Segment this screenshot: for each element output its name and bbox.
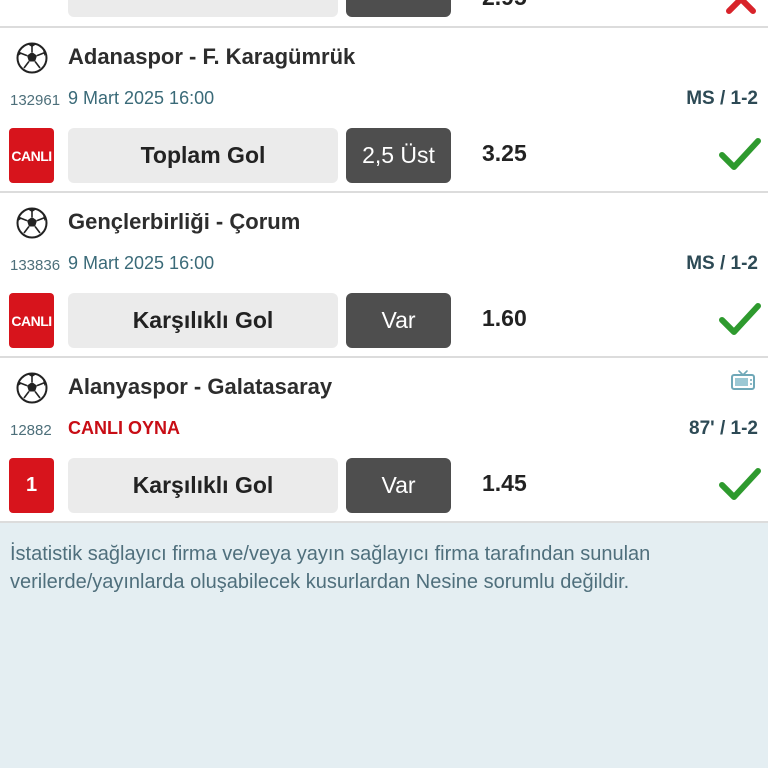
event-id: 132961: [10, 92, 61, 109]
pick-button[interactable]: 2,5 Üst: [346, 128, 451, 183]
bet-row[interactable]: Alanyaspor - Galatasaray 12882 CANLI OYN…: [0, 358, 768, 523]
odd-value: 3.25: [482, 140, 527, 166]
bet-row[interactable]: Gençlerbirliği - Çorum 133836 9 Mart 202…: [0, 193, 768, 358]
market-button[interactable]: Karşılıklı Gol: [68, 458, 338, 513]
football-icon: [16, 42, 48, 74]
market-button[interactable]: Toplam Gol: [68, 128, 338, 183]
pick-button[interactable]: Var: [346, 293, 451, 348]
match-result: MS / 1-2: [686, 253, 758, 274]
match-result: MS / 1-2: [686, 88, 758, 109]
tv-icon[interactable]: [730, 368, 756, 392]
odd-number-badge: 1: [9, 458, 54, 513]
match-result: 87' / 1-2: [689, 418, 758, 439]
live-badge: CANLI: [9, 293, 54, 348]
disclaimer-text: İstatistik sağlayıcı firma ve/veya yayın…: [10, 543, 651, 593]
match-title[interactable]: Gençlerbirliği - Çorum: [68, 209, 300, 235]
odd-value: 2.95: [482, 0, 527, 11]
check-icon: [719, 303, 761, 335]
cross-icon: [726, 0, 756, 14]
live-badge: CANLI: [9, 128, 54, 183]
live-play-link[interactable]: CANLI OYNA: [68, 418, 180, 439]
odd-value: 1.45: [482, 470, 527, 496]
football-icon: [16, 372, 48, 404]
event-date: 9 Mart 2025 16:00: [68, 253, 215, 273]
event-date: 9 Mart 2025 16:00: [68, 88, 215, 108]
check-icon: [719, 468, 761, 500]
bet-row[interactable]: Adanaspor - F. Karagümrük 132961 9 Mart …: [0, 28, 768, 193]
match-title[interactable]: Adanaspor - F. Karagümrük: [68, 44, 355, 70]
pick-button[interactable]: Var: [346, 458, 451, 513]
coupon-list: 2.95 Adanaspor - F. Karagümrük 132961 9 …: [0, 0, 768, 523]
pick-button[interactable]: [346, 0, 451, 17]
event-id: 12882: [10, 422, 52, 439]
event-id: 133836: [10, 257, 61, 274]
check-icon: [719, 138, 761, 170]
market-button[interactable]: Karşılıklı Gol: [68, 293, 338, 348]
bet-row-partial[interactable]: 2.95: [0, 0, 768, 28]
odd-value: 1.60: [482, 305, 527, 331]
match-title[interactable]: Alanyaspor - Galatasaray: [68, 374, 332, 400]
market-button[interactable]: [68, 0, 338, 17]
football-icon: [16, 207, 48, 239]
